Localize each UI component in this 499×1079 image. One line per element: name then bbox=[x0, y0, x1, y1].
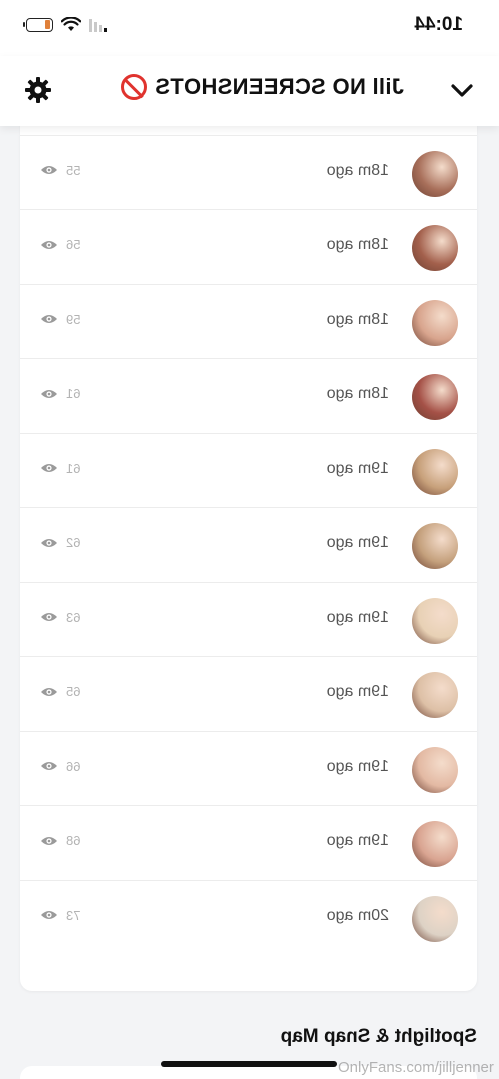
eye-icon bbox=[41, 687, 57, 696]
view-count: 61 bbox=[40, 461, 80, 476]
view-count-number: 61 bbox=[66, 386, 81, 401]
view-count: 55 bbox=[40, 163, 80, 178]
view-count-number: 56 bbox=[66, 237, 81, 252]
view-count: 68 bbox=[40, 833, 80, 848]
eye-icon bbox=[41, 762, 57, 770]
eye-icon bbox=[41, 166, 57, 174]
story-viewers-header: Jill NO SCREENSHOTS bbox=[0, 56, 499, 126]
viewer-row[interactable]: 19m ago 62 bbox=[20, 508, 477, 583]
viewer-avatar[interactable] bbox=[412, 150, 458, 197]
viewer-row[interactable]: 18m ago 61 bbox=[20, 359, 477, 434]
viewer-avatar[interactable] bbox=[412, 448, 458, 495]
viewer-avatar[interactable] bbox=[412, 225, 458, 271]
viewer-time-ago: 19m ago bbox=[326, 832, 389, 849]
viewer-row[interactable]: 18m ago 59 bbox=[20, 284, 477, 359]
status-bar: 10:44 bbox=[0, 0, 499, 56]
viewer-row[interactable]: 19m ago 63 bbox=[20, 582, 477, 657]
view-count-number: 73 bbox=[66, 907, 81, 923]
status-time: 10:44 bbox=[414, 14, 463, 35]
viewer-row[interactable]: 19m ago 66 bbox=[20, 731, 477, 806]
view-count: 61 bbox=[40, 386, 80, 401]
view-count: 66 bbox=[40, 759, 80, 774]
eye-icon bbox=[41, 836, 57, 845]
viewer-row[interactable]: 19m ago 61 bbox=[20, 433, 477, 508]
view-count-number: 55 bbox=[66, 162, 81, 178]
home-indicator[interactable] bbox=[161, 1061, 337, 1067]
viewer-row[interactable]: 18m ago 56 bbox=[20, 210, 477, 285]
view-count-number: 66 bbox=[66, 758, 81, 774]
battery-icon bbox=[26, 17, 53, 32]
viewer-row[interactable]: 19m ago 68 bbox=[20, 806, 477, 881]
viewer-time-ago: 18m ago bbox=[326, 310, 389, 328]
viewer-time-ago: 19m ago bbox=[326, 683, 389, 700]
viewer-avatar[interactable] bbox=[412, 821, 458, 867]
viewer-avatar[interactable] bbox=[412, 523, 458, 569]
view-count: 59 bbox=[40, 312, 80, 327]
view-count-number: 62 bbox=[66, 535, 81, 550]
no-entry-icon bbox=[121, 74, 148, 100]
title-text: Jill NO SCREENSHOTS bbox=[155, 74, 404, 99]
viewer-time-ago: 19m ago bbox=[326, 757, 389, 775]
chevron-down-icon bbox=[451, 84, 473, 97]
eye-icon bbox=[41, 464, 57, 472]
viewers-list: 18m ago5518m ago5518m ago5618m ago5918m … bbox=[20, 98, 477, 991]
viewer-time-ago: 19m ago bbox=[326, 608, 389, 626]
eye-icon bbox=[41, 538, 57, 547]
viewer-row[interactable]: 20m ago 73 bbox=[20, 881, 477, 956]
view-count: 63 bbox=[40, 610, 80, 625]
viewer-time-ago: 18m ago bbox=[326, 161, 389, 179]
status-icons bbox=[26, 17, 107, 32]
viewer-time-ago: 19m ago bbox=[326, 459, 389, 477]
eye-icon bbox=[41, 315, 57, 323]
viewer-row[interactable]: 19m ago 65 bbox=[20, 657, 477, 732]
mirrored-screen: 10:44 Jill NO SCREENSHOTS 18m ago 55 18m… bbox=[0, 0, 499, 1079]
eye-icon bbox=[41, 389, 57, 398]
wifi-icon bbox=[61, 17, 81, 31]
watermark-text: OnlyFans.com/jilljenner bbox=[338, 1059, 494, 1076]
eye-icon bbox=[41, 911, 57, 919]
view-count-number: 63 bbox=[66, 609, 81, 625]
viewer-time-ago: 18m ago bbox=[326, 236, 389, 253]
viewer-time-ago: 19m ago bbox=[326, 534, 389, 551]
view-count-number: 61 bbox=[66, 460, 81, 476]
viewer-avatar[interactable] bbox=[412, 672, 458, 718]
viewer-time-ago: 20m ago bbox=[326, 906, 389, 924]
viewer-time-ago: 18m ago bbox=[326, 385, 389, 402]
viewer-avatar[interactable] bbox=[412, 895, 458, 942]
view-count: 73 bbox=[40, 908, 80, 923]
view-count-number: 65 bbox=[66, 684, 81, 699]
back-button[interactable] bbox=[449, 78, 475, 104]
eye-icon bbox=[41, 613, 57, 621]
view-count: 65 bbox=[40, 684, 80, 699]
section-title: Spotlight & Snap Map bbox=[280, 1026, 477, 1047]
view-count: 56 bbox=[40, 237, 80, 252]
page-title: Jill NO SCREENSHOTS bbox=[121, 74, 404, 100]
viewer-avatar[interactable] bbox=[412, 597, 458, 644]
viewer-avatar[interactable] bbox=[412, 299, 458, 346]
gear-icon[interactable] bbox=[24, 76, 52, 104]
viewer-avatar[interactable] bbox=[412, 746, 458, 793]
viewer-avatar[interactable] bbox=[412, 374, 458, 420]
view-count: 62 bbox=[40, 535, 80, 550]
view-count-number: 59 bbox=[66, 311, 81, 327]
viewer-row[interactable]: 18m ago 55 bbox=[20, 135, 477, 210]
view-count-number: 68 bbox=[66, 833, 81, 848]
eye-icon bbox=[41, 240, 57, 249]
signal-icon bbox=[89, 18, 107, 32]
